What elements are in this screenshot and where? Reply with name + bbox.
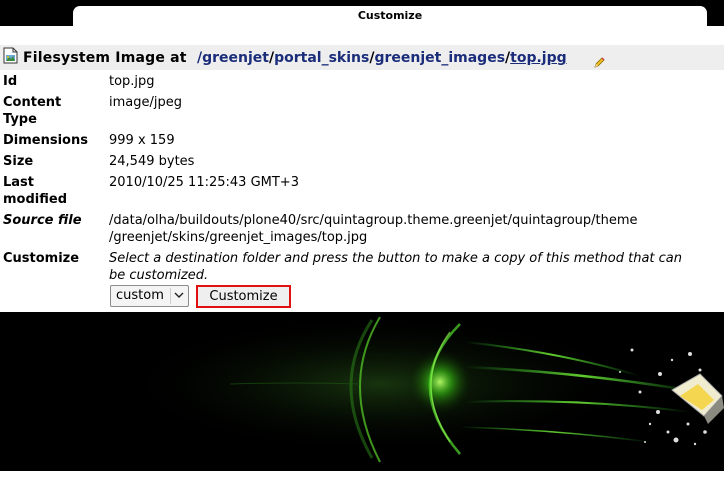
dropdown-arrow	[170, 288, 186, 304]
content-type-value: image/jpeg	[109, 95, 182, 110]
tab-customize[interactable]: Customize	[73, 6, 707, 34]
customize-help-line1: Select a destination folder and press th…	[109, 251, 683, 266]
chevron-down-icon	[174, 292, 184, 298]
last-modified-label-line2: modified	[3, 192, 67, 207]
image-file-icon	[3, 47, 18, 64]
breadcrumb: /greenjet/portal_skins/greenjet_images/t…	[197, 50, 567, 66]
source-file-value-line1: /data/olha/buildouts/plone40/src/quintag…	[109, 213, 638, 228]
id-label: Id	[3, 74, 18, 89]
customize-label: Customize	[3, 251, 80, 266]
breadcrumb-link-greenjet-images[interactable]: greenjet_images	[374, 50, 505, 66]
content-type-label-line1: Content	[3, 95, 62, 110]
customize-button[interactable]: Customize	[196, 285, 291, 308]
source-file-value-line2: /greenjet/skins/greenjet_images/top.jpg	[109, 230, 368, 245]
destination-folder-select[interactable]: custom	[110, 285, 189, 307]
image-preview	[0, 312, 724, 471]
destination-folder-value: custom	[116, 288, 164, 303]
last-modified-value: 2010/10/25 11:25:43 GMT+3	[109, 175, 299, 190]
page-title: Filesystem Image at	[23, 50, 187, 66]
dimensions-value: 999 x 159	[109, 133, 175, 148]
breadcrumb-link-top-jpg[interactable]: top.jpg	[510, 50, 567, 66]
cube-graphic	[671, 373, 724, 424]
id-value: top.jpg	[109, 74, 155, 89]
page-title-bar: Filesystem Image at /greenjet/portal_ski…	[0, 45, 724, 70]
pencil-icon[interactable]	[593, 56, 606, 69]
source-file-label: Source file	[3, 213, 82, 228]
dimensions-label: Dimensions	[3, 133, 88, 148]
tab-label: Customize	[357, 9, 423, 22]
banner-artwork	[120, 314, 724, 463]
customize-help-line2: be customized.	[109, 268, 209, 283]
content-type-label-line2: Type	[3, 112, 37, 127]
last-modified-label-line1: Last	[3, 175, 35, 190]
size-value: 24,549 bytes	[109, 154, 195, 169]
size-label: Size	[3, 154, 34, 169]
breadcrumb-link-greenjet[interactable]: /greenjet	[197, 50, 269, 66]
breadcrumb-link-portal-skins[interactable]: portal_skins	[274, 50, 369, 66]
